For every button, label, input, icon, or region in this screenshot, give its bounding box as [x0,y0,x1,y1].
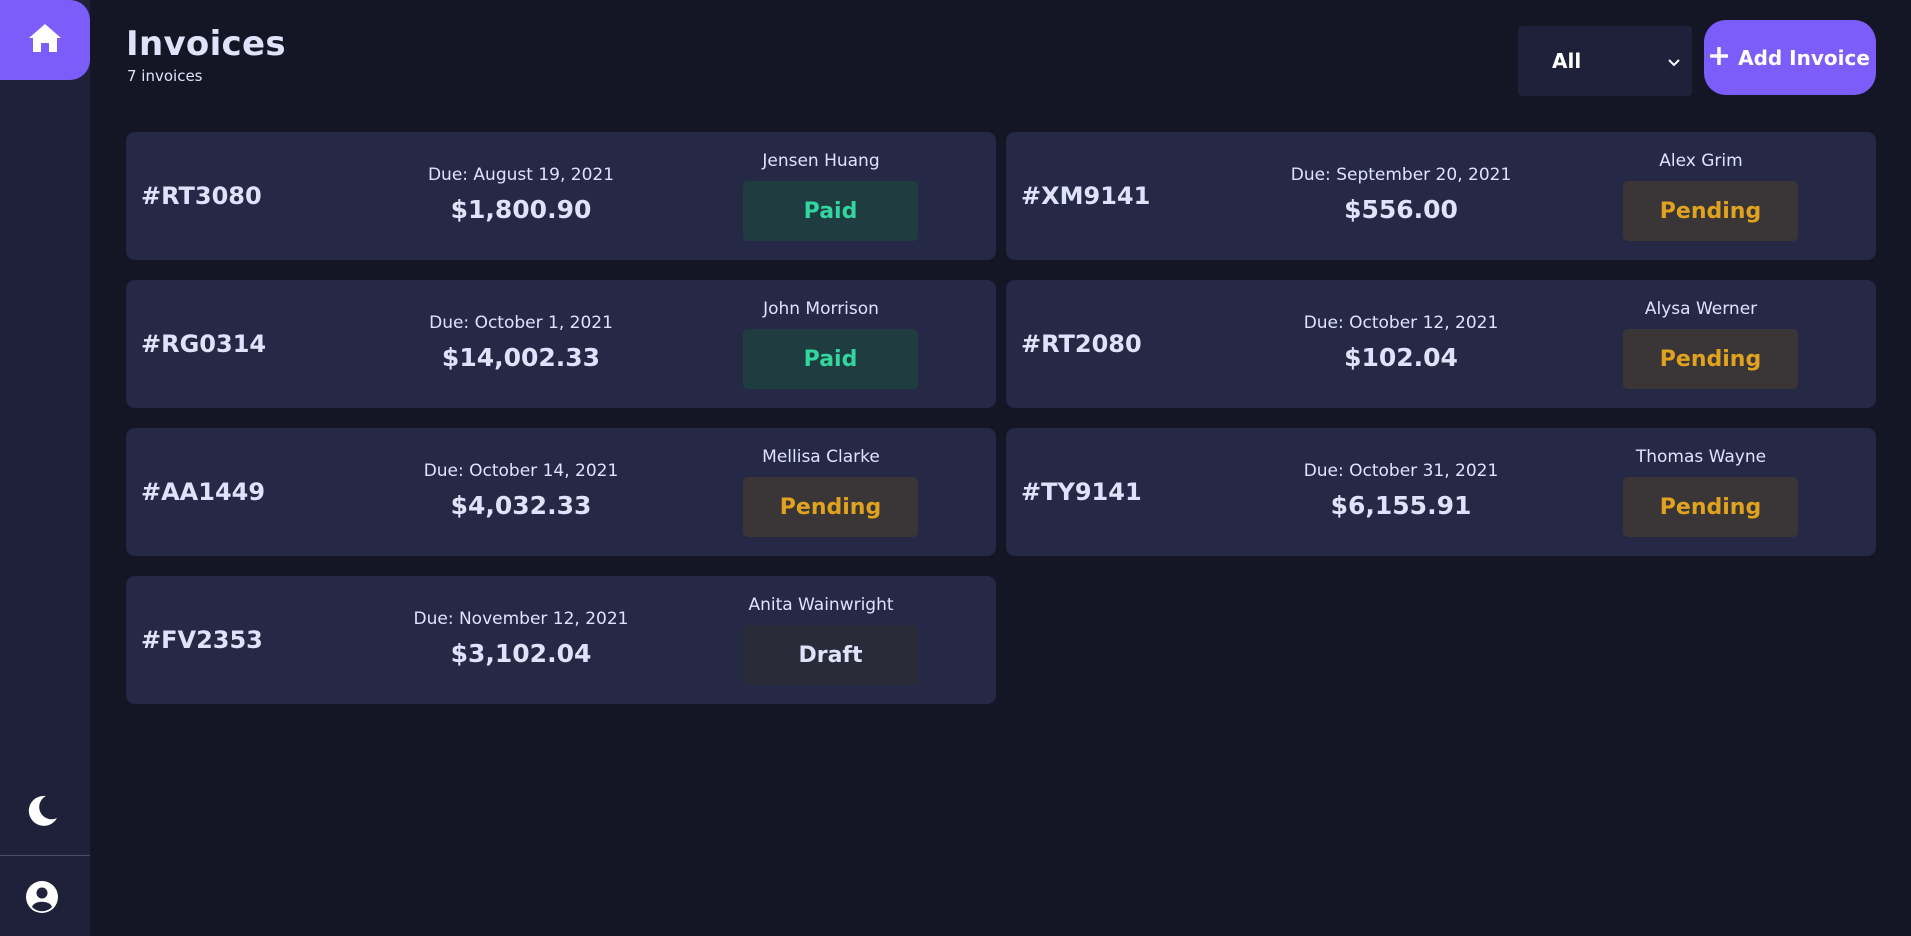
status-badge: Pending [1623,477,1798,537]
status-badge-label: Pending [779,494,882,520]
invoice-count: 7 invoices [127,67,203,85]
invoice-due-date: Due: October 12, 2021 [1303,313,1499,333]
moon-icon [24,793,60,833]
invoice-id: #AA1449 [141,478,266,506]
invoice-client: Jensen Huang [762,151,880,171]
invoice-client: Alysa Werner [1644,299,1758,319]
invoice-amount: $3,102.04 [450,639,592,668]
invoice-client: Anita Wainwright [748,595,894,615]
invoice-card[interactable]: #XM9141 Due: September 20, 2021 $556.00 … [1006,132,1876,260]
invoice-id: #FV2353 [141,626,263,654]
invoice-due-date: Due: September 20, 2021 [1290,165,1512,185]
invoice-id: #RT3080 [141,182,262,210]
status-badge-label: Pending [1659,346,1762,372]
invoice-amount: $102.04 [1344,343,1458,372]
main-content: Invoices 7 invoices All Add Invoice #RT3… [90,0,1911,936]
invoice-amount: $1,800.90 [450,195,592,224]
invoice-amount: $556.00 [1344,195,1458,224]
status-badge: Pending [1623,181,1798,241]
invoice-client: Mellisa Clarke [762,447,880,467]
status-badge: Paid [743,181,918,241]
user-circle-icon [25,880,59,918]
invoice-amount: $6,155.91 [1330,491,1472,520]
invoice-card[interactable]: #RT2080 Due: October 12, 2021 $102.04 Al… [1006,280,1876,408]
invoice-amount: $14,002.33 [441,343,601,372]
status-badge-label: Pending [1659,494,1762,520]
invoice-due-date: Due: October 31, 2021 [1303,461,1499,481]
invoice-id: #RT2080 [1021,330,1142,358]
invoice-client: Thomas Wayne [1635,447,1767,467]
status-badge: Pending [1623,329,1798,389]
invoice-amount: $4,032.33 [450,491,592,520]
invoice-due-date: Due: November 12, 2021 [413,609,629,629]
page-title: Invoices [126,24,286,64]
status-badge-label: Pending [1659,198,1762,224]
add-invoice-label: Add Invoice [1738,45,1870,70]
theme-toggle-button[interactable] [22,793,62,833]
status-badge: Draft [743,625,918,685]
chevron-down-icon [1668,52,1680,71]
status-badge: Pending [743,477,918,537]
status-badge: Paid [743,329,918,389]
invoice-id: #XM9141 [1021,182,1151,210]
home-icon [27,22,63,58]
filter-selected-value: All [1552,49,1582,73]
invoice-due-date: Due: August 19, 2021 [427,165,615,185]
invoice-card[interactable]: #FV2353 Due: November 12, 2021 $3,102.04… [126,576,996,704]
invoice-card[interactable]: #AA1449 Due: October 14, 2021 $4,032.33 … [126,428,996,556]
plus-icon [1709,45,1729,69]
status-filter-select[interactable]: All [1518,26,1692,96]
invoice-due-date: Due: October 14, 2021 [423,461,619,481]
home-button[interactable] [0,0,90,80]
avatar[interactable] [23,880,61,918]
invoice-id: #RG0314 [141,330,267,358]
add-invoice-button[interactable]: Add Invoice [1704,20,1876,95]
invoice-card[interactable]: #RG0314 Due: October 1, 2021 $14,002.33 … [126,280,996,408]
invoice-id: #TY9141 [1021,478,1142,506]
invoice-card[interactable]: #TY9141 Due: October 31, 2021 $6,155.91 … [1006,428,1876,556]
invoice-due-date: Due: October 1, 2021 [429,313,613,333]
sidebar-divider [0,855,90,856]
invoice-client: Alex Grim [1659,151,1743,171]
invoice-client: John Morrison [763,299,879,319]
invoice-card[interactable]: #RT3080 Due: August 19, 2021 $1,800.90 J… [126,132,996,260]
sidebar [0,0,90,936]
